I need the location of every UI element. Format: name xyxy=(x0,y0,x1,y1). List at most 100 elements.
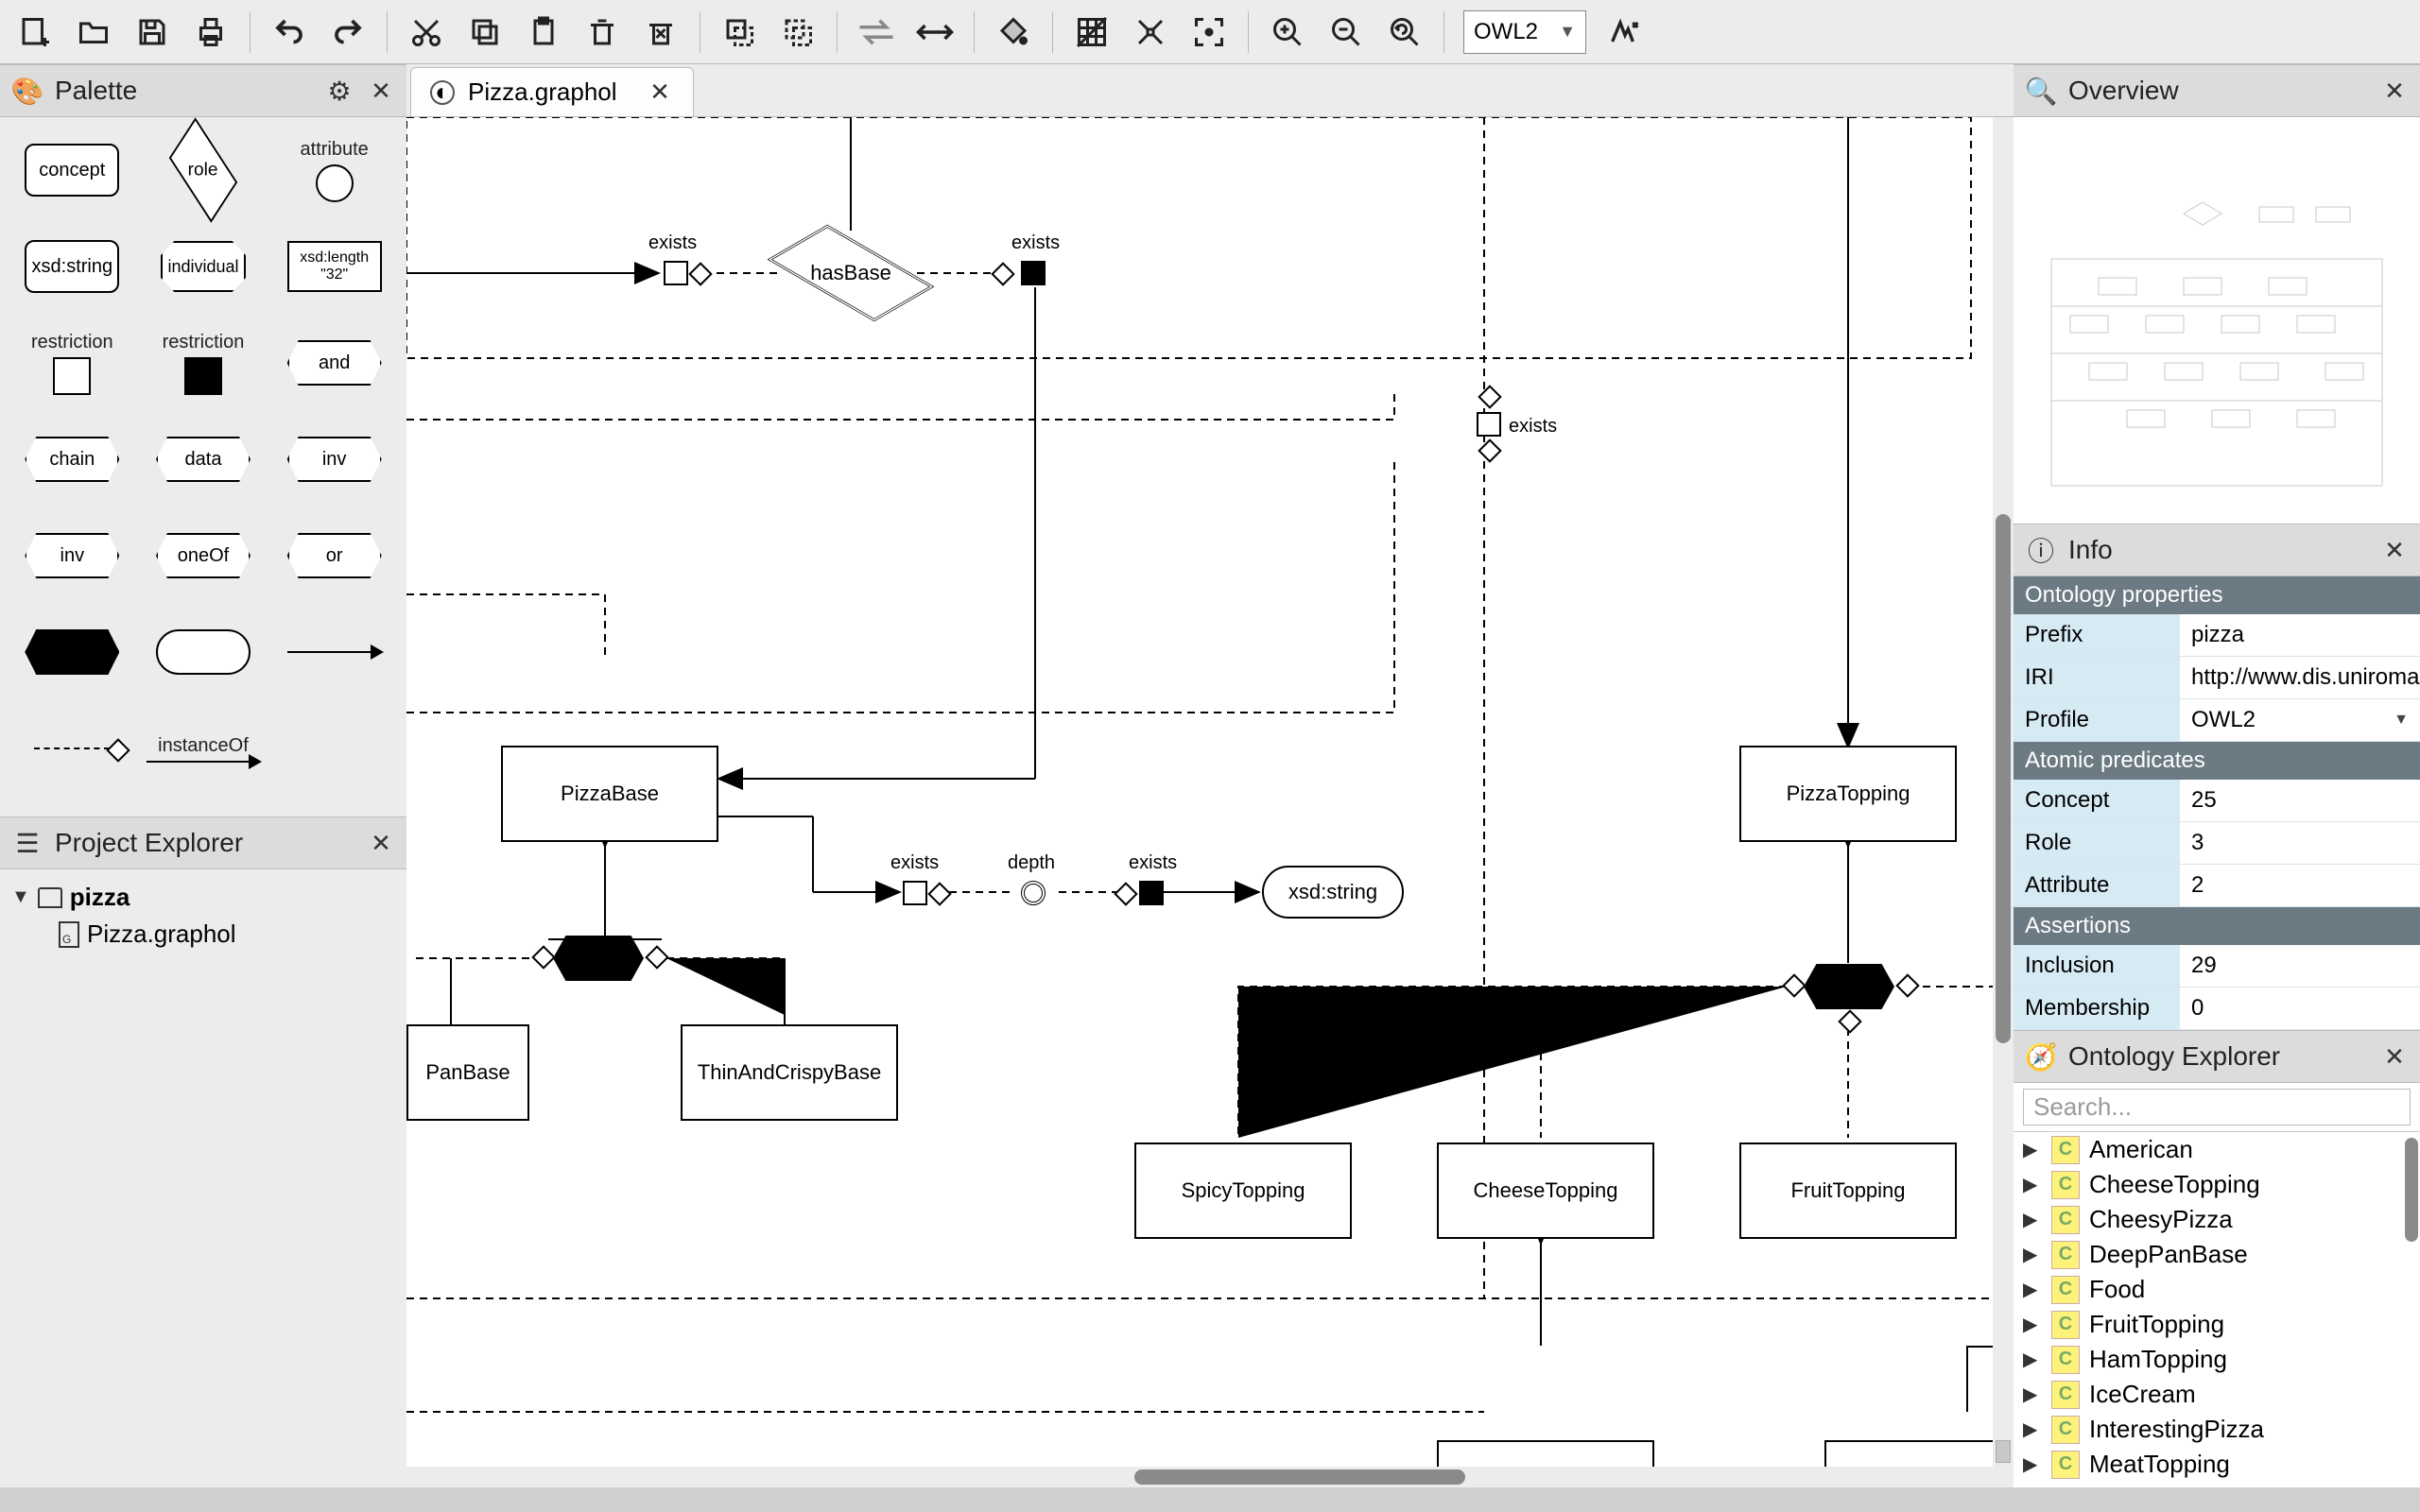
ontology-item[interactable]: ▶CCheeseTopping xyxy=(2014,1167,2420,1202)
ontology-explorer-close-button[interactable]: ✕ xyxy=(2380,1042,2409,1071)
overview-close-button[interactable]: ✕ xyxy=(2380,77,2409,105)
palette-title: Palette xyxy=(55,76,137,106)
pal-xsdlength[interactable]: xsd:length"32" xyxy=(275,227,393,306)
node-xsdstring[interactable]: xsd:string xyxy=(1262,866,1404,919)
node-hasbase[interactable]: hasBase xyxy=(775,231,926,316)
gear-icon[interactable]: ⚙ xyxy=(323,75,355,107)
node-panbase[interactable]: PanBase xyxy=(406,1024,529,1121)
pal-individual[interactable]: individual xyxy=(145,227,263,306)
pal-inv1[interactable]: inv xyxy=(275,420,393,499)
pal-oneof[interactable]: oneOf xyxy=(145,516,263,595)
syntax-check-button[interactable] xyxy=(1599,6,1651,59)
restriction-node-filled[interactable] xyxy=(1139,881,1164,905)
node-fruittopping[interactable]: FruitTopping xyxy=(1739,1143,1957,1239)
pal-and[interactable]: and xyxy=(275,323,393,403)
node-pizzatopping[interactable]: PizzaTopping xyxy=(1739,746,1957,842)
pal-inv2[interactable]: inv xyxy=(13,516,131,595)
scroll-thumb[interactable] xyxy=(1134,1469,1465,1485)
save-button[interactable] xyxy=(126,6,179,59)
restriction-node[interactable] xyxy=(664,261,688,285)
restriction-node[interactable] xyxy=(1477,412,1501,437)
redo-button[interactable] xyxy=(321,6,374,59)
compass-icon: 🧭 xyxy=(2025,1040,2057,1073)
clear-button[interactable] xyxy=(634,6,687,59)
ontology-search-input[interactable] xyxy=(2023,1089,2411,1125)
snap-button[interactable] xyxy=(1124,6,1177,59)
pal-data[interactable]: data xyxy=(145,420,263,499)
copy-button[interactable] xyxy=(458,6,511,59)
scroll-thumb[interactable] xyxy=(2405,1138,2418,1242)
restriction-node[interactable] xyxy=(903,881,927,905)
ontology-item[interactable]: ▶CFood xyxy=(2014,1272,2420,1307)
ontology-item[interactable]: ▶CCheesyPizza xyxy=(2014,1202,2420,1237)
attribute-node[interactable] xyxy=(1021,881,1046,905)
project-root[interactable]: ▼ pizza xyxy=(11,879,395,916)
palette-close-button[interactable]: ✕ xyxy=(367,77,395,105)
pal-chain[interactable]: chain xyxy=(13,420,131,499)
zoom-out-button[interactable] xyxy=(1320,6,1373,59)
ontology-scroll-v[interactable] xyxy=(2405,1132,2418,1487)
info-iri-value[interactable]: http://www.dis.uniroma xyxy=(2180,657,2420,698)
info-close-button[interactable]: ✕ xyxy=(2380,536,2409,564)
concept-badge-icon: C xyxy=(2051,1241,2080,1269)
open-button[interactable] xyxy=(67,6,120,59)
ontology-item[interactable]: ▶CMeatTopping xyxy=(2014,1447,2420,1482)
pal-concept[interactable]: concept xyxy=(13,130,131,210)
pal-pill[interactable] xyxy=(145,612,263,692)
undo-button[interactable] xyxy=(263,6,316,59)
concept-badge-icon: C xyxy=(2051,1416,2080,1444)
tab-close-button[interactable]: ✕ xyxy=(646,78,674,107)
center-button[interactable] xyxy=(1183,6,1236,59)
info-prefix-value[interactable]: pizza xyxy=(2180,614,2420,656)
pal-arrow[interactable] xyxy=(275,612,393,692)
pal-dasharrow[interactable] xyxy=(13,709,131,788)
union-node[interactable] xyxy=(553,936,644,981)
zoom-in-button[interactable] xyxy=(1261,6,1314,59)
union-node[interactable] xyxy=(1804,964,1894,1009)
pal-restriction-black[interactable]: restriction xyxy=(145,323,263,403)
pal-or[interactable]: or xyxy=(275,516,393,595)
label-exists: exists xyxy=(648,232,697,254)
swap-h-button[interactable] xyxy=(850,6,903,59)
canvas-scroll-h[interactable] xyxy=(406,1467,2014,1487)
cut-button[interactable] xyxy=(400,6,453,59)
info-profile-select[interactable]: OWL2▼ xyxy=(2180,699,2420,741)
front-button[interactable] xyxy=(713,6,766,59)
fill-button[interactable] xyxy=(987,6,1040,59)
scroll-thumb[interactable] xyxy=(1996,514,2011,1043)
tab-pizza[interactable]: ◐ Pizza.graphol ✕ xyxy=(410,67,694,116)
pal-role[interactable]: role xyxy=(145,130,263,210)
node-pizzabase[interactable]: PizzaBase xyxy=(501,746,718,842)
node-thinandcrispybase[interactable]: ThinAndCrispyBase xyxy=(681,1024,898,1121)
grid-off-button[interactable] xyxy=(1065,6,1118,59)
pal-blackhex[interactable] xyxy=(13,612,131,692)
ontology-item[interactable]: ▶CAmerican xyxy=(2014,1132,2420,1167)
node-spicytopping[interactable]: SpicyTopping xyxy=(1134,1143,1352,1239)
owl-profile-select[interactable]: OWL2 ▼ xyxy=(1463,10,1586,54)
info-body: Ontology properties Prefixpizza IRIhttp:… xyxy=(2014,576,2420,1030)
ontology-item[interactable]: ▶CDeepPanBase xyxy=(2014,1237,2420,1272)
canvas-scroll-v[interactable] xyxy=(1993,117,2014,1467)
concept-badge-icon: C xyxy=(2051,1311,2080,1339)
diagram-canvas[interactable]: hasBase exists exists exists PizzaBase P… xyxy=(406,117,2014,1487)
overview-minimap[interactable] xyxy=(2014,117,2420,524)
print-button[interactable] xyxy=(184,6,237,59)
zoom-reset-button[interactable] xyxy=(1378,6,1431,59)
ontology-item[interactable]: ▶CIceCream xyxy=(2014,1377,2420,1412)
paste-button[interactable] xyxy=(517,6,570,59)
pal-instanceof[interactable]: instanceOf xyxy=(145,709,263,788)
delete-button[interactable] xyxy=(576,6,629,59)
project-file[interactable]: Pizza.graphol xyxy=(11,916,395,953)
restriction-node-filled[interactable] xyxy=(1021,261,1046,285)
new-file-button[interactable] xyxy=(9,6,61,59)
ontology-item[interactable]: ▶CFruitTopping xyxy=(2014,1307,2420,1342)
pal-restriction-white[interactable]: restriction xyxy=(13,323,131,403)
project-explorer-close-button[interactable]: ✕ xyxy=(367,829,395,857)
ontology-item[interactable]: ▶CInterestingPizza xyxy=(2014,1412,2420,1447)
back-button[interactable] xyxy=(771,6,824,59)
ontology-item[interactable]: ▶CHamTopping xyxy=(2014,1342,2420,1377)
node-cheesetopping[interactable]: CheeseTopping xyxy=(1437,1143,1654,1239)
resize-h-button[interactable] xyxy=(908,6,961,59)
pal-attribute[interactable]: attribute xyxy=(275,130,393,210)
pal-xsdstring[interactable]: xsd:string xyxy=(13,227,131,306)
